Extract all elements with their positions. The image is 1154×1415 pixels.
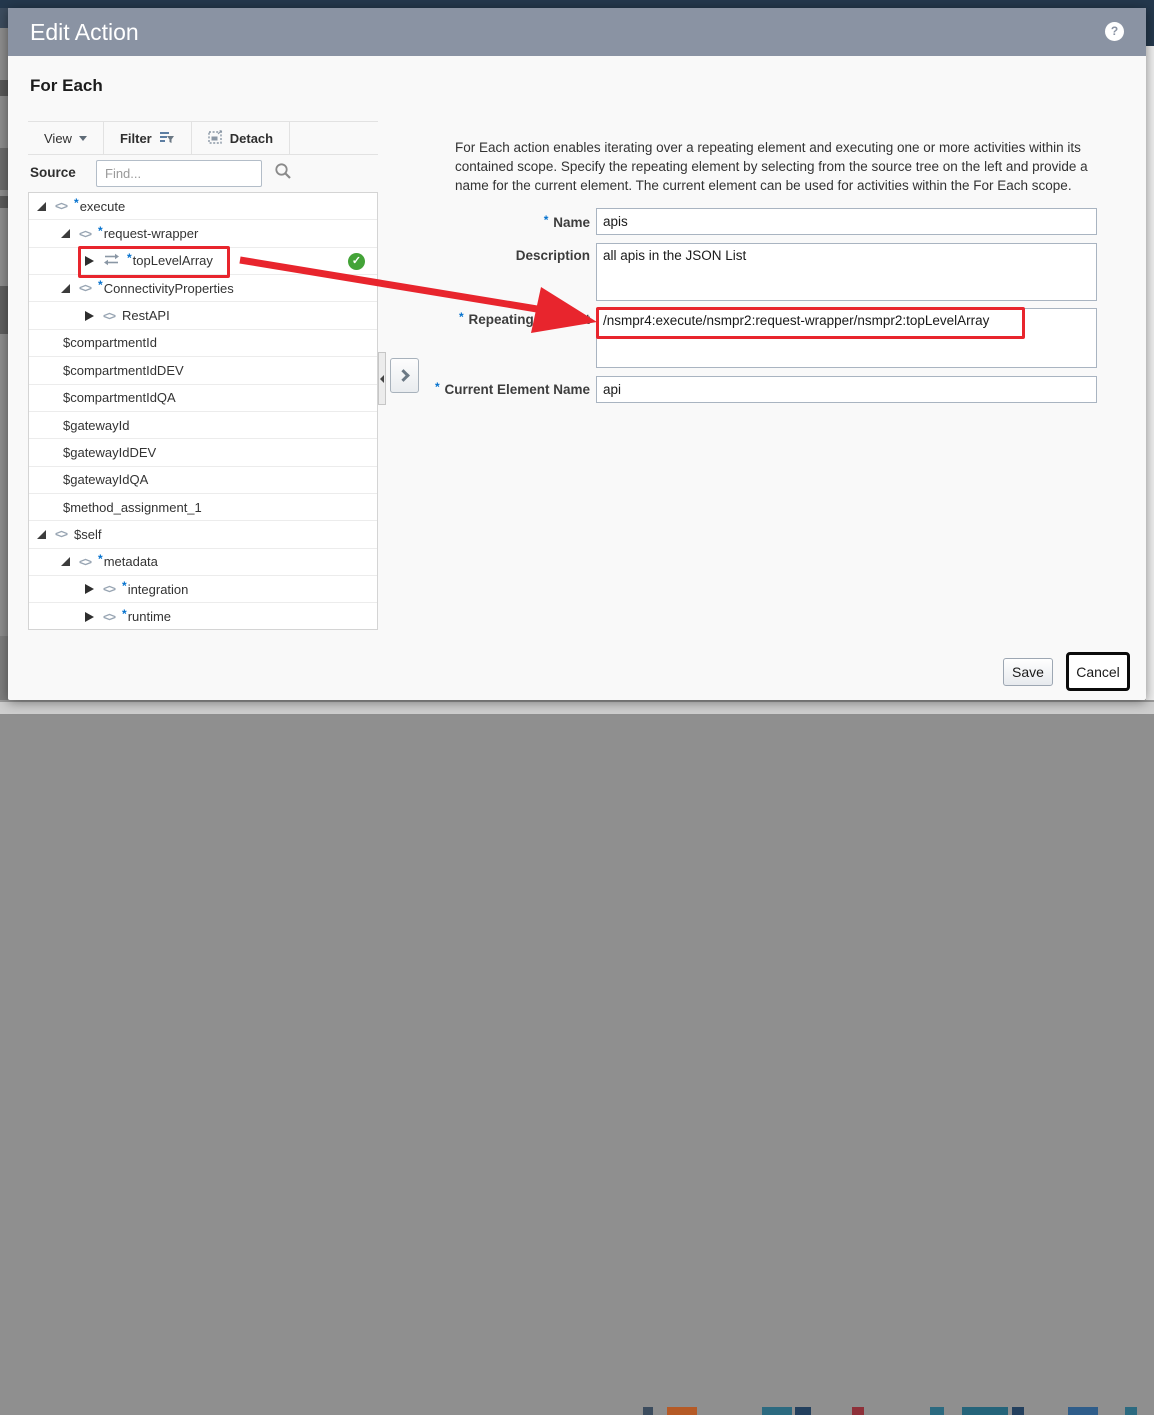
current-element-name-input[interactable] [596, 376, 1097, 403]
tree-node-integration[interactable]: * integration [29, 576, 377, 603]
tree-node-label: $compartmentIdDEV [63, 363, 184, 378]
element-icon [55, 199, 67, 213]
expander-icon[interactable] [85, 584, 94, 594]
required-asterisk: * [544, 213, 549, 227]
required-asterisk: * [459, 310, 464, 324]
element-icon [103, 309, 115, 323]
tree-node-label: $gatewayId [63, 418, 130, 433]
name-label-text: Name [553, 215, 590, 230]
tree-node-gatewayidqa[interactable]: $gatewayIdQA [29, 467, 377, 494]
tree-node-gatewayiddev[interactable]: $gatewayIdDEV [29, 439, 377, 466]
name-label: * Name [308, 215, 590, 230]
expander-icon[interactable] [37, 202, 46, 211]
tree-node-label: RestAPI [122, 308, 170, 323]
tree-node-label: execute [80, 199, 126, 214]
detach-button[interactable]: Detach [192, 122, 290, 154]
expander-icon[interactable] [85, 256, 94, 266]
current-element-name-label-text: Current Element Name [444, 382, 590, 397]
filter-icon [159, 130, 175, 147]
description-label-text: Description [516, 248, 590, 263]
required-asterisk: * [122, 579, 127, 593]
required-asterisk: * [435, 380, 440, 394]
element-icon [103, 582, 115, 596]
tree-node-runtime[interactable]: * runtime [29, 603, 377, 630]
tree-node-gatewayid[interactable]: $gatewayId [29, 412, 377, 439]
repeating-element-textarea[interactable]: /nsmpr4:execute/nsmpr2:request-wrapper/n… [596, 308, 1097, 368]
tree-node-label: request-wrapper [104, 226, 199, 241]
filter-button[interactable]: Filter [104, 122, 192, 154]
element-icon [55, 527, 67, 541]
repeating-element-label: * Repeating Element [308, 312, 590, 327]
tree-node-label: metadata [104, 554, 158, 569]
name-input[interactable] [596, 208, 1097, 235]
chevron-right-icon [397, 369, 410, 382]
background-page-bottom-strip [0, 700, 1154, 714]
edit-action-dialog: Edit Action ? For Each View Filter [8, 8, 1146, 700]
background-page-top-bar [0, 0, 1154, 8]
tree-node-self[interactable]: $self [29, 521, 377, 548]
dialog-header: Edit Action ? [8, 8, 1146, 56]
search-icon[interactable] [274, 162, 292, 185]
view-menu-label: View [44, 131, 72, 146]
tree-node-label: $method_assignment_1 [63, 500, 202, 515]
tree-node-label: topLevelArray [133, 253, 213, 268]
current-element-name-label: * Current Element Name [308, 382, 590, 397]
repeating-element-icon [103, 253, 120, 269]
cancel-button[interactable]: Cancel [1066, 652, 1130, 691]
repeating-element-label-text: Repeating Element [468, 312, 590, 327]
background-page-corner [0, 8, 8, 28]
tree-node-label: ConnectivityProperties [104, 281, 234, 296]
required-asterisk: * [98, 278, 103, 292]
tree-node-compartmentiddev[interactable]: $compartmentIdDEV [29, 357, 377, 384]
required-asterisk: * [74, 196, 79, 210]
tree-node-metadata[interactable]: * metadata [29, 549, 377, 576]
tree-node-compartmentid[interactable]: $compartmentId [29, 330, 377, 357]
description-label: Description [308, 248, 590, 263]
detach-icon [208, 130, 223, 147]
expander-icon[interactable] [85, 612, 94, 622]
view-menu-button[interactable]: View [28, 122, 104, 154]
panel-splitter[interactable] [378, 352, 386, 405]
required-asterisk: * [98, 224, 103, 238]
dialog-title: Edit Action [30, 8, 139, 56]
required-asterisk: * [127, 251, 132, 265]
element-icon [79, 227, 91, 241]
required-asterisk: * [98, 552, 103, 566]
expander-icon[interactable] [61, 557, 70, 566]
tree-node-label: $compartmentIdQA [63, 390, 176, 405]
element-icon [103, 610, 115, 624]
description-textarea[interactable]: all apis in the JSON List [596, 243, 1097, 301]
filter-label: Filter [120, 131, 152, 146]
tree-node-label: $self [74, 527, 101, 542]
tree-node-label: $compartmentId [63, 335, 157, 350]
expander-icon[interactable] [85, 311, 94, 321]
intro-text: For Each action enables iterating over a… [455, 138, 1105, 195]
find-input[interactable] [96, 160, 262, 187]
chevron-down-icon [79, 136, 87, 141]
expander-icon[interactable] [61, 284, 70, 293]
tree-node-label: $gatewayIdQA [63, 472, 148, 487]
help-icon[interactable]: ? [1105, 22, 1124, 41]
required-asterisk: * [122, 607, 127, 621]
tree-node-connectivityproperties[interactable]: * ConnectivityProperties [29, 275, 377, 302]
source-label: Source [30, 165, 76, 180]
section-heading: For Each [30, 76, 103, 96]
toolbar: View Filter Detach [28, 121, 378, 155]
expander-icon[interactable] [37, 530, 46, 539]
expander-icon[interactable] [61, 229, 70, 238]
element-icon [79, 281, 91, 295]
tree-node-label: runtime [128, 609, 171, 624]
save-button[interactable]: Save [1003, 658, 1053, 686]
background-page-left-strip [0, 8, 8, 714]
detach-label: Detach [230, 131, 273, 146]
tree-node-method-assignment-1[interactable]: $method_assignment_1 [29, 494, 377, 521]
element-icon [79, 555, 91, 569]
background-page-right-corner [1146, 8, 1154, 46]
tree-node-label: integration [128, 582, 189, 597]
background-page-right-strip [1146, 8, 1154, 714]
tree-node-label: $gatewayIdDEV [63, 445, 156, 460]
source-search-row: Source [28, 155, 378, 192]
